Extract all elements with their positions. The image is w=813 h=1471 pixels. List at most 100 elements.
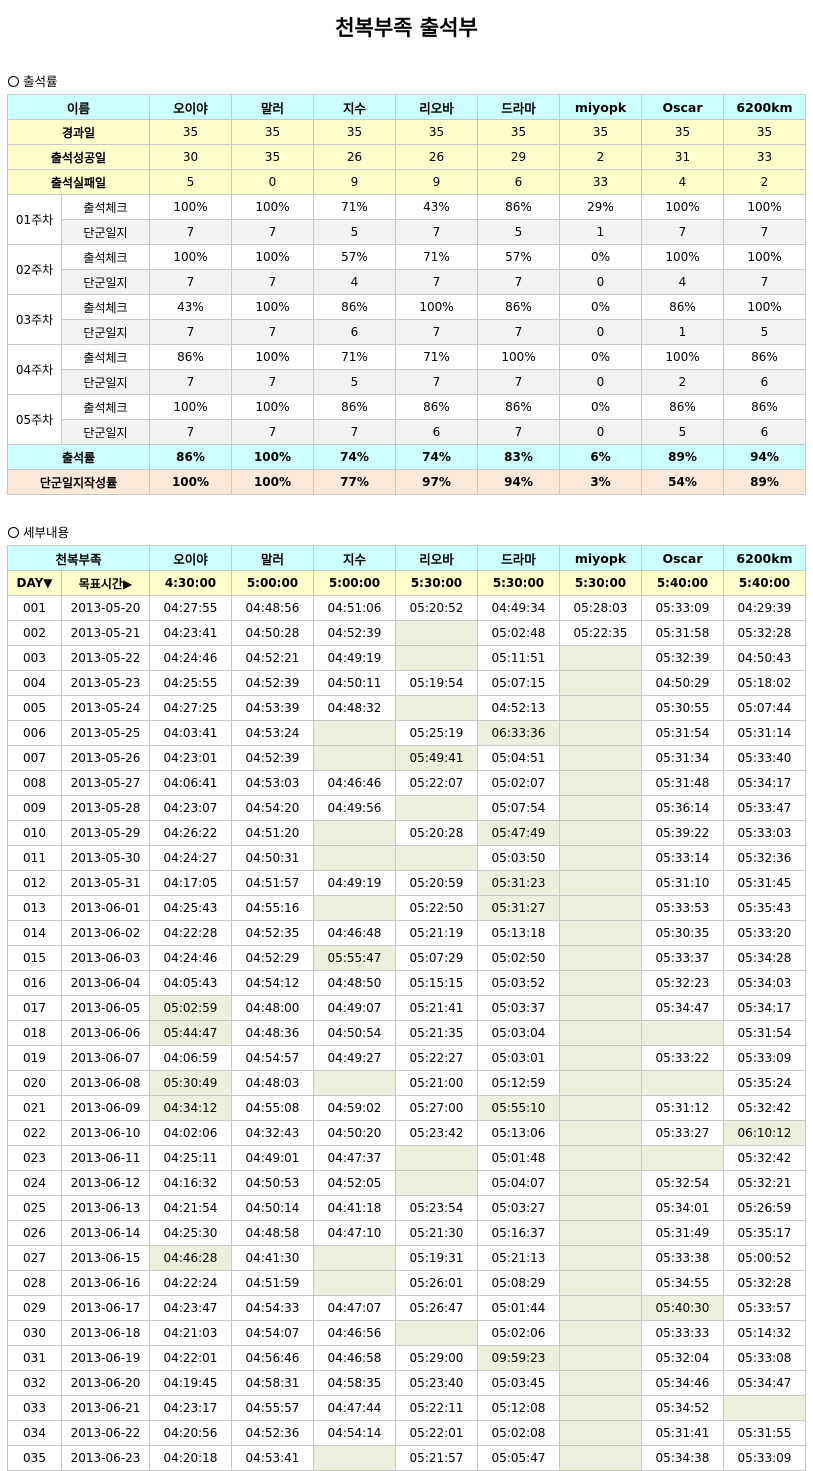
- wake-time: 04:50:20: [313, 1120, 396, 1146]
- wake-time: 05:32:04: [641, 1345, 724, 1371]
- diary-value: 4: [313, 269, 396, 295]
- day-row: 023 2013-06-11 04:25:11 04:49:01 04:47:37 05:…: [7, 1145, 806, 1171]
- day-date: 2013-05-25: [61, 720, 150, 746]
- wake-time: 05:34:47: [641, 995, 724, 1021]
- wake-time: 04:02:06: [149, 1120, 232, 1146]
- week-check-row: 02주차 출석체크 100% 100% 57% 71% 57% 0% 100% 100%: [7, 244, 806, 295]
- check-value: 43%: [149, 294, 232, 320]
- wake-time: 05:32:42: [723, 1095, 806, 1121]
- diary-value: 4: [641, 269, 724, 295]
- day-date: 2013-06-20: [61, 1370, 150, 1396]
- wake-time: 05:23:42: [395, 1120, 478, 1146]
- member-name-header: 말러: [231, 545, 314, 571]
- wake-time: [559, 820, 642, 846]
- week-diary-row: 단군일지 7 7 5 7 5 1 7 7: [7, 219, 806, 245]
- wake-time: 04:48:00: [231, 995, 314, 1021]
- diary-value: 7: [477, 419, 560, 445]
- day-date: 2013-06-10: [61, 1120, 150, 1146]
- day-row: 009 2013-05-28 04:23:07 04:54:20 04:49:56 05:…: [7, 795, 806, 821]
- target-time: 5:40:00: [723, 570, 806, 596]
- day-row: 003 2013-05-22 04:24:46 04:52:21 04:49:19 05:…: [7, 645, 806, 671]
- wake-time: 04:46:56: [313, 1320, 396, 1346]
- check-value: 86%: [395, 394, 478, 420]
- wake-time: 04:52:29: [231, 945, 314, 971]
- wake-time: [395, 645, 478, 671]
- day-date: 2013-05-30: [61, 845, 150, 871]
- day-date: 2013-05-27: [61, 770, 150, 796]
- wake-time: 05:07:54: [477, 795, 560, 821]
- day-number: 001: [7, 595, 62, 621]
- wake-time: 05:36:14: [641, 795, 724, 821]
- wake-time: 04:51:57: [231, 870, 314, 896]
- wake-time: 04:06:41: [149, 770, 232, 796]
- wake-time: 05:19:54: [395, 670, 478, 696]
- wake-time: 05:12:08: [477, 1395, 560, 1421]
- wake-time: 04:23:17: [149, 1395, 232, 1421]
- check-value: 86%: [641, 394, 724, 420]
- wake-time: 05:23:40: [395, 1370, 478, 1396]
- member-name-header: 리오바: [395, 94, 478, 120]
- wake-time: 05:33:09: [723, 1445, 806, 1471]
- detail-section-title: 세부내용: [8, 525, 69, 541]
- diary-value: 7: [395, 219, 478, 245]
- wake-time: 05:33:53: [641, 895, 724, 921]
- wake-time: [559, 1270, 642, 1296]
- wake-time: 04:50:28: [231, 620, 314, 646]
- wake-time: [559, 1245, 642, 1271]
- wake-time: 05:34:28: [723, 945, 806, 971]
- wake-time: 05:33:37: [641, 945, 724, 971]
- diary-value: 5: [641, 419, 724, 445]
- wake-time: 04:47:44: [313, 1395, 396, 1421]
- check-value: 57%: [477, 244, 560, 270]
- wake-time: 04:48:56: [231, 595, 314, 621]
- wake-time: [641, 1145, 724, 1171]
- wake-time: 05:32:28: [723, 620, 806, 646]
- wake-time: [559, 770, 642, 796]
- stat-value: 35: [231, 144, 314, 170]
- target-time: 5:40:00: [641, 570, 724, 596]
- day-date: 2013-05-26: [61, 745, 150, 771]
- stat-value: 2: [559, 144, 642, 170]
- circle-bullet-icon: [8, 76, 19, 87]
- wake-time: 05:07:44: [723, 695, 806, 721]
- wake-time: 05:49:41: [395, 745, 478, 771]
- diary-value: 5: [313, 219, 396, 245]
- wake-time: 05:02:06: [477, 1320, 560, 1346]
- wake-time: 05:33:40: [723, 745, 806, 771]
- wake-time: 04:24:46: [149, 645, 232, 671]
- stat-value: 35: [313, 119, 396, 145]
- day-date: 2013-06-16: [61, 1270, 150, 1296]
- wake-time: 05:22:01: [395, 1420, 478, 1446]
- wake-time: 05:30:49: [149, 1070, 232, 1096]
- wake-time: 04:46:48: [313, 920, 396, 946]
- check-value: 100%: [477, 344, 560, 370]
- day-row: 016 2013-06-04 04:05:43 04:54:12 04:48:50 05:…: [7, 970, 806, 996]
- check-value: 100%: [231, 394, 314, 420]
- stat-value: 35: [231, 119, 314, 145]
- day-date: 2013-05-31: [61, 870, 150, 896]
- check-value: 71%: [395, 344, 478, 370]
- wake-time: 04:22:28: [149, 920, 232, 946]
- wake-time: 05:26:47: [395, 1295, 478, 1321]
- wake-time: 04:46:58: [313, 1345, 396, 1371]
- wake-time: 05:34:38: [641, 1445, 724, 1471]
- wake-time: 05:15:15: [395, 970, 478, 996]
- day-number: 034: [7, 1420, 62, 1446]
- wake-time: 04:49:27: [313, 1045, 396, 1071]
- wake-time: 04:27:55: [149, 595, 232, 621]
- wake-time: [559, 1420, 642, 1446]
- wake-time: [559, 670, 642, 696]
- wake-time: 05:21:13: [477, 1245, 560, 1271]
- wake-time: 05:07:29: [395, 945, 478, 971]
- diary-value: 7: [231, 419, 314, 445]
- wake-time: [313, 1270, 396, 1296]
- attendance-rate-value: 83%: [477, 444, 560, 470]
- diary-value: 7: [395, 269, 478, 295]
- wake-time: 05:31:23: [477, 870, 560, 896]
- wake-time: 05:31:58: [641, 620, 724, 646]
- wake-time: 04:52:36: [231, 1420, 314, 1446]
- week-diary-row: 단군일지 7 7 6 7 7 0 1 5: [7, 319, 806, 345]
- member-name-header: 리오바: [395, 545, 478, 571]
- week-check-row: 03주차 출석체크 43% 100% 86% 100% 86% 0% 86% 100%: [7, 294, 806, 345]
- wake-time: 05:31:34: [641, 745, 724, 771]
